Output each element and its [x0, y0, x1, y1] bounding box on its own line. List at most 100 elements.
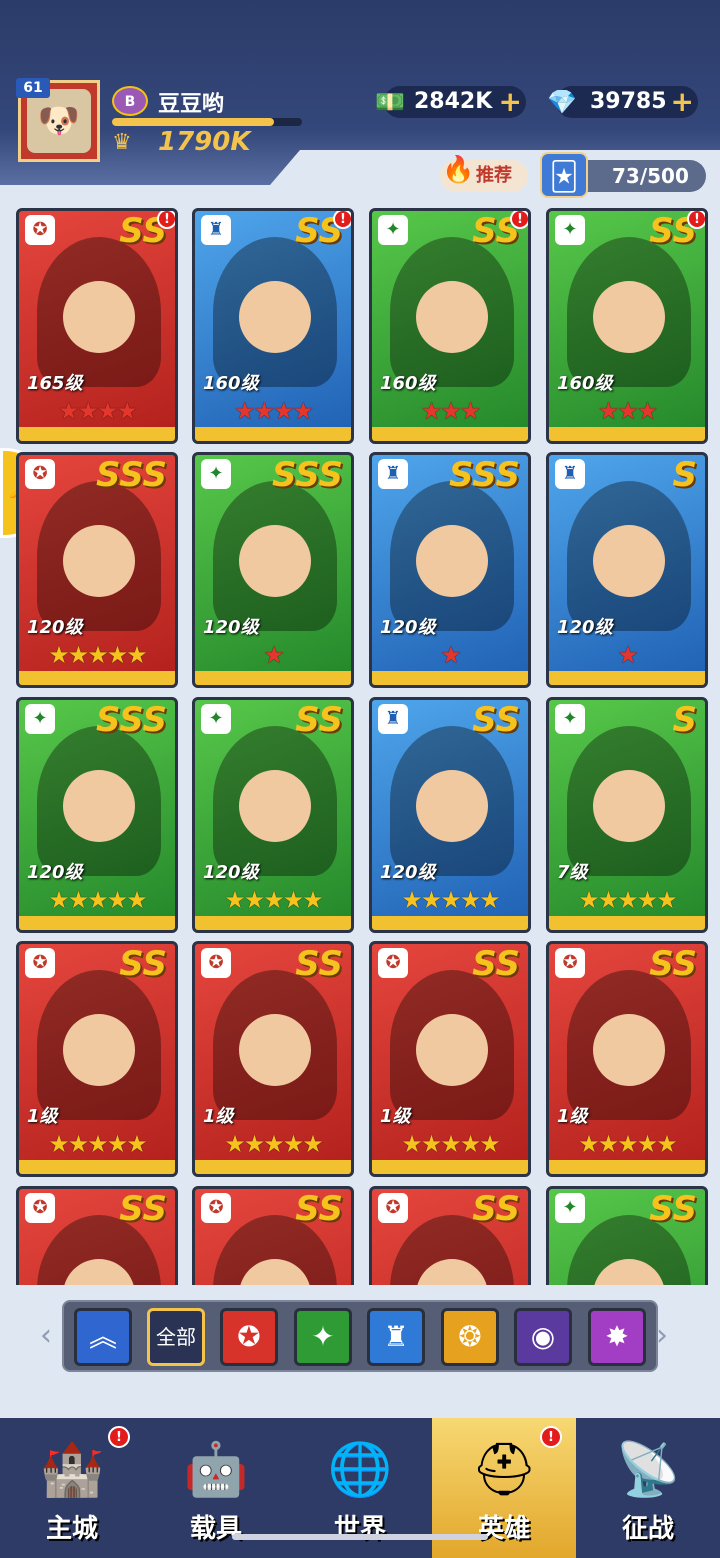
hero-level: 1级	[557, 1106, 588, 1127]
hero-grade: SS	[649, 944, 697, 984]
hero-level: 120级	[203, 617, 259, 638]
nav-castle[interactable]: 🏰 主城!	[0, 1418, 144, 1558]
hero-face	[63, 1014, 135, 1086]
blue-faction-icon: ♜	[378, 459, 408, 489]
filter-left-arrow-icon[interactable]: ‹	[40, 1318, 52, 1353]
card-footer	[549, 916, 705, 930]
hero-card[interactable]: ✪ SS 1级 ★★★★★	[369, 941, 531, 1177]
card-footer	[372, 1160, 528, 1174]
hero-stars: ★★★★	[57, 397, 138, 425]
gem-value: 39785	[590, 89, 667, 114]
hero-level: 1级	[380, 1106, 411, 1127]
blue-faction-icon[interactable]: ♜	[367, 1308, 425, 1366]
hero-stars: ★★★★★	[401, 886, 501, 914]
hero-card[interactable]: ✪ SS	[369, 1186, 531, 1285]
hero-level: 120级	[380, 617, 436, 638]
gold-faction-icon[interactable]: ❂	[441, 1308, 499, 1366]
green-faction-icon: ✦	[555, 704, 585, 734]
hero-grade: SSS	[271, 455, 343, 495]
card-footer	[19, 427, 175, 441]
hero-card[interactable]: ✦ SS 120级 ★★★★★	[192, 697, 354, 933]
hero-card[interactable]: ♜ SS 120级 ★★★★★	[369, 697, 531, 933]
hero-card[interactable]: ✪ SS	[16, 1186, 178, 1285]
alert-badge-icon: !	[108, 1426, 130, 1448]
exp-bar	[112, 118, 302, 126]
hero-card[interactable]: ♜ SS! 160级 ★★★★	[192, 208, 354, 444]
filter-all-button[interactable]: 全部	[147, 1308, 205, 1366]
hero-card[interactable]: ♜ S 120级 ★	[546, 452, 708, 688]
power-value: 1790K	[158, 127, 251, 157]
hero-card[interactable]: ♜ SSS 120级 ★	[369, 452, 531, 688]
player-level-badge: 61	[16, 78, 50, 98]
hero-stars: ★★★★★	[224, 886, 324, 914]
pug-avatar-icon: 🐶	[27, 89, 91, 153]
hero-grade: SS	[295, 1189, 343, 1229]
hero-stars: ★★★	[420, 397, 482, 425]
red-faction-icon: ✪	[25, 1193, 55, 1223]
hero-card[interactable]: ✪ SS! 165级 ★★★★	[16, 208, 178, 444]
hero-card[interactable]: ✦ SS	[546, 1186, 708, 1285]
hero-card[interactable]: ✪ SS 1级 ★★★★★	[192, 941, 354, 1177]
green-faction-icon: ✦	[555, 1193, 585, 1223]
card-footer	[19, 1160, 175, 1174]
chevron-up-icon[interactable]: ︽	[74, 1308, 132, 1366]
blue-faction-icon: ♜	[378, 704, 408, 734]
red-faction-icon[interactable]: ✪	[220, 1308, 278, 1366]
red-faction-icon: ✪	[201, 1193, 231, 1223]
blue-faction-icon: ♜	[201, 215, 231, 245]
alert-badge-icon: !	[540, 1426, 562, 1448]
hero-card[interactable]: ✦ SS! 160级 ★★★	[546, 208, 708, 444]
hero-card[interactable]: ✦ SSS 120级 ★	[192, 452, 354, 688]
hero-capacity[interactable]: 🃏 73/500	[540, 152, 706, 198]
hero-level: 7级	[557, 862, 588, 883]
hero-level: 160级	[380, 373, 436, 394]
red-faction-icon: ✪	[25, 215, 55, 245]
power-wings-icon: ♛	[112, 130, 132, 155]
card-footer	[372, 427, 528, 441]
hero-level: 1级	[203, 1106, 234, 1127]
hero-cards-icon: 🃏	[540, 152, 588, 198]
red-faction-icon: ✪	[201, 948, 231, 978]
red-faction-icon: ✪	[378, 948, 408, 978]
red-faction-icon: ✪	[25, 948, 55, 978]
hero-level: 160级	[557, 373, 613, 394]
vortex-icon[interactable]: ✸	[588, 1308, 646, 1366]
purple-eye-icon[interactable]: ◉	[514, 1308, 572, 1366]
hero-card[interactable]: ✪ SS 1级 ★★★★★	[16, 941, 178, 1177]
hero-stars: ★★★★★	[224, 1130, 324, 1158]
card-footer	[195, 427, 351, 441]
hero-grade: SSS	[95, 455, 167, 495]
filter-right-arrow-icon[interactable]: ›	[656, 1318, 668, 1353]
alert-badge-icon: !	[157, 211, 175, 229]
hero-card[interactable]: ✪ SS	[192, 1186, 354, 1285]
alert-badge-icon: !	[687, 211, 705, 229]
card-footer	[195, 671, 351, 685]
hero-level: 120级	[557, 617, 613, 638]
green-faction-icon[interactable]: ✦	[294, 1308, 352, 1366]
hero-face	[416, 281, 488, 353]
card-footer	[549, 427, 705, 441]
hero-grade: SS	[119, 1189, 167, 1229]
hero-card[interactable]: ✪ SS 1级 ★★★★★	[546, 941, 708, 1177]
cash-icon: 💵	[375, 88, 405, 116]
hero-face	[63, 281, 135, 353]
hero-face	[239, 770, 311, 842]
fire-icon: 🔥	[442, 155, 475, 185]
hero-grade: SS	[295, 944, 343, 984]
hero-grid: ✪ SS! 165级 ★★★★ ♜ SS! 160级 ★★★★ ✦ SS! 160级 ★★★ ✦ SS! 1…	[0, 200, 720, 1285]
recommend-button[interactable]: 🔥 推荐	[440, 155, 528, 192]
hero-card[interactable]: ✦ S 7级 ★★★★★	[546, 697, 708, 933]
hero-grade: SS	[472, 700, 520, 740]
hero-card[interactable]: ✦ SS! 160级 ★★★	[369, 208, 531, 444]
hero-stars: ★★★★★	[48, 886, 148, 914]
hero-capacity-value: 73/500	[612, 164, 689, 188]
nav-radar[interactable]: 📡 征战	[576, 1418, 720, 1558]
radar-icon: 📡	[615, 1440, 681, 1500]
hero-face	[416, 1014, 488, 1086]
hero-card[interactable]: ✪ SSS 120级 ★★★★★	[16, 452, 178, 688]
hero-helmet-icon: ⛑	[470, 1440, 537, 1500]
gem-plus-button[interactable]: +	[671, 86, 694, 118]
hero-face	[593, 281, 665, 353]
cash-plus-button[interactable]: +	[499, 86, 522, 118]
hero-card[interactable]: ✦ SSS 120级 ★★★★★	[16, 697, 178, 933]
